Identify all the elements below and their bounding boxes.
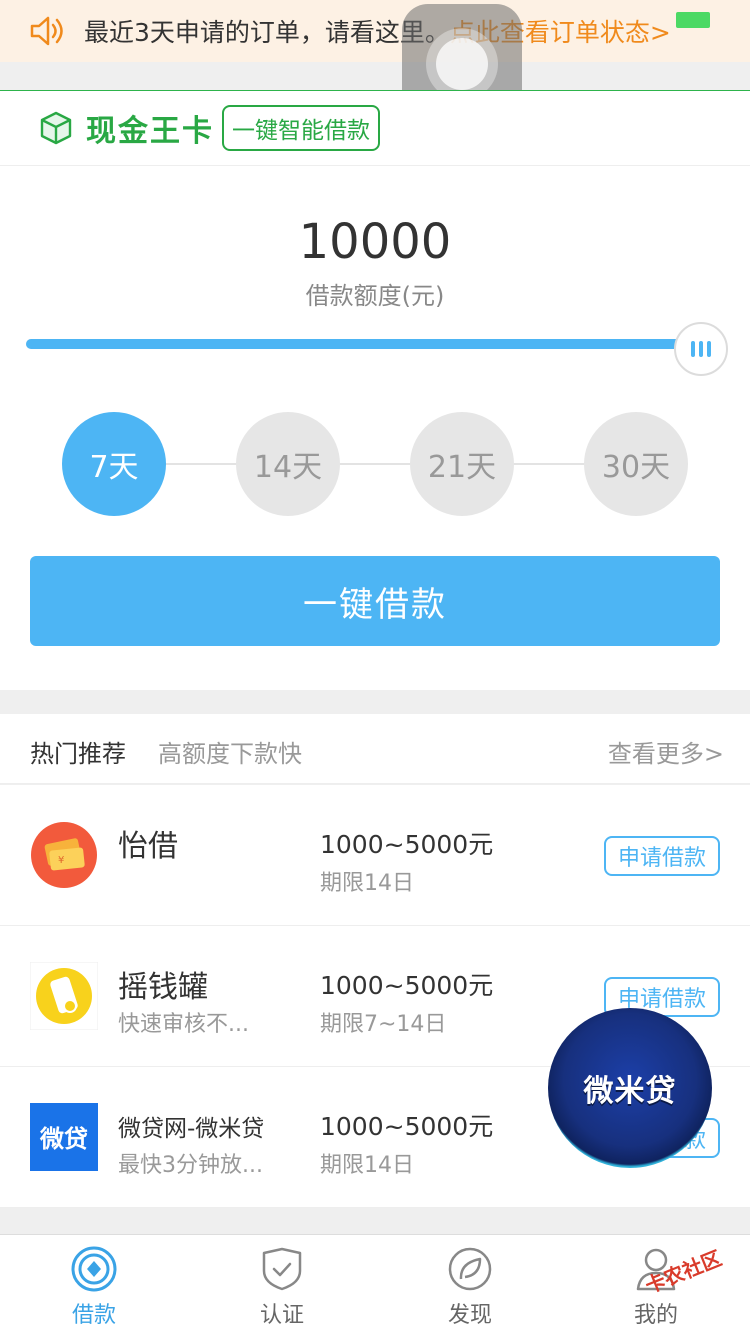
product-term: 期限7~14日 <box>320 1012 447 1037</box>
loan-icon <box>71 1246 117 1292</box>
day-option-14[interactable]: 14天 <box>236 412 340 516</box>
product-range: 1000~5000元 <box>320 971 494 1000</box>
weidai-logo: 微贷 <box>30 1103 98 1171</box>
tab-discover[interactable]: 发现 <box>410 1235 530 1334</box>
amount-slider-track[interactable] <box>26 339 696 349</box>
product-name: 摇钱罐 <box>118 970 208 1005</box>
weidai-logo-text: 微贷 <box>39 1125 88 1153</box>
tab-label: 借款 <box>71 1303 116 1328</box>
product-name: 微贷网-微米贷 <box>118 1116 265 1142</box>
loan-amount-label: 借款额度(元) <box>305 282 445 310</box>
day-option-21[interactable]: 21天 <box>410 412 514 516</box>
card-header: 现金王卡 一键智能借款 <box>0 90 750 166</box>
product-desc: 最快3分钟放... <box>118 1153 263 1178</box>
badge-text: 微米贷 <box>583 1074 677 1109</box>
shield-check-icon <box>262 1247 302 1291</box>
cube-icon <box>40 111 72 145</box>
day-option-7[interactable]: 7天 <box>62 412 166 516</box>
weimidai-floating-badge[interactable]: 微米贷 <box>548 1008 712 1168</box>
day-option-30[interactable]: 30天 <box>584 412 688 516</box>
loan-panel: 10000 借款额度(元) 7天 14天 21天 30天 一键借款 <box>0 166 750 690</box>
speaker-icon <box>30 16 63 46</box>
discover-leaf-icon <box>448 1247 492 1291</box>
list-item[interactable]: ¥ 怡借 1000~5000元 期限14日 申请借款 <box>0 785 750 926</box>
card-tag: 一键智能借款 <box>222 105 380 151</box>
recommend-title: 热门推荐 <box>30 740 126 768</box>
tab-verify[interactable]: 认证 <box>222 1235 342 1334</box>
product-range: 1000~5000元 <box>320 1112 494 1141</box>
product-name: 怡借 <box>118 829 178 864</box>
tab-bar: 借款 认证 发现 我的 <box>0 1234 750 1334</box>
product-range: 1000~5000元 <box>320 830 494 859</box>
recommend-header: 热门推荐 高额度下款快 查看更多> <box>0 714 750 784</box>
amount-slider-fill <box>26 339 696 349</box>
notice-text: 最近3天申请的订单，请看这里。 <box>84 18 450 47</box>
amount-slider-thumb[interactable] <box>674 322 728 376</box>
battery-icon <box>676 12 710 28</box>
card-title: 现金王卡 <box>86 114 214 149</box>
view-more-link[interactable]: 查看更多> <box>608 734 724 769</box>
tab-label: 认证 <box>259 1303 304 1328</box>
product-desc: 快速审核不... <box>118 1012 249 1037</box>
product-term: 期限14日 <box>320 871 414 896</box>
tab-loan[interactable]: 借款 <box>34 1235 154 1334</box>
svg-text:¥: ¥ <box>58 855 64 866</box>
apply-loan-button[interactable]: 申请借款 <box>604 836 720 876</box>
yijie-logo: ¥ <box>30 821 98 889</box>
one-click-borrow-button[interactable]: 一键借款 <box>30 556 720 646</box>
product-term: 期限14日 <box>320 1153 414 1178</box>
days-connector <box>114 463 636 465</box>
recommend-subtitle: 高额度下款快 <box>158 740 302 768</box>
yaoqianguan-logo <box>30 962 98 1030</box>
tab-label: 发现 <box>447 1303 492 1328</box>
notice-bar[interactable]: 最近3天申请的订单，请看这里。 点此查看订单状态> <box>0 0 750 62</box>
loan-amount: 10000 <box>298 214 452 270</box>
